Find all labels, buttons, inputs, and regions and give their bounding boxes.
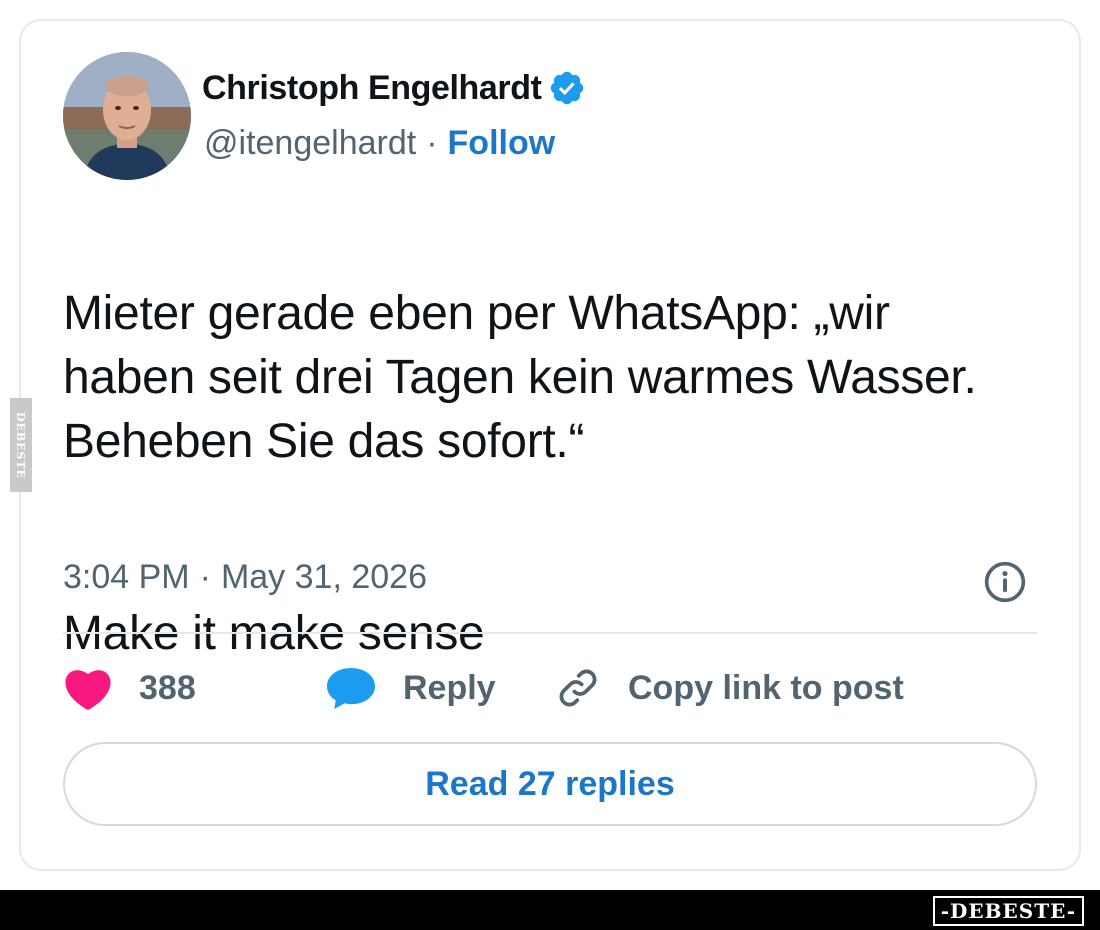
handle-separator: · — [426, 124, 438, 162]
meta-separator: · — [199, 558, 211, 596]
link-icon — [559, 669, 597, 707]
read-replies-button[interactable]: Read 27 replies — [63, 742, 1037, 826]
avatar-photo — [63, 52, 191, 180]
info-icon[interactable] — [983, 560, 1027, 604]
author-handle[interactable]: @itengelhardt — [204, 124, 416, 163]
action-bar: 388 Reply Copy link to post — [63, 658, 904, 718]
footer-logo: -DEBESTE- — [932, 896, 1084, 926]
like-button[interactable]: 388 — [63, 665, 325, 711]
author-name[interactable]: Christoph Engelhardt — [202, 69, 542, 108]
footer-bar: -DEBESTE- — [0, 890, 1100, 930]
author-avatar[interactable] — [63, 52, 191, 180]
reply-bubble-icon — [327, 668, 375, 709]
author-name-row: Christoph Engelhardt — [202, 66, 586, 110]
side-watermark-text: DEBESTE — [14, 411, 28, 479]
footer-logo-text: -DEBESTE- — [940, 899, 1076, 923]
tweet-date: May 31, 2026 — [220, 558, 427, 596]
read-replies-label: Read 27 replies — [425, 764, 675, 803]
tweet-timestamp[interactable]: 3:04 PM · May 31, 2026 — [63, 558, 427, 597]
reply-button[interactable]: Reply — [325, 665, 554, 711]
copy-link-label: Copy link to post — [628, 668, 904, 707]
follow-button[interactable]: Follow — [448, 124, 556, 163]
side-watermark: DEBESTE — [10, 398, 32, 492]
tweet-time: 3:04 PM — [63, 558, 190, 596]
copy-link-button[interactable]: Copy link to post — [554, 664, 904, 712]
heart-icon — [65, 670, 111, 711]
author-handle-row: @itengelhardt · Follow — [204, 124, 555, 163]
verified-badge-icon — [550, 71, 583, 105]
tweet-paragraph-2: Make it make sense — [63, 607, 485, 660]
reply-label: Reply — [403, 668, 496, 707]
divider — [63, 632, 1037, 634]
like-count: 388 — [139, 668, 196, 707]
tweet-text: Mieter gerade eben per WhatsApp: „wir ha… — [63, 218, 1023, 730]
tweet-paragraph-1: Mieter gerade eben per WhatsApp: „wir ha… — [63, 287, 977, 468]
